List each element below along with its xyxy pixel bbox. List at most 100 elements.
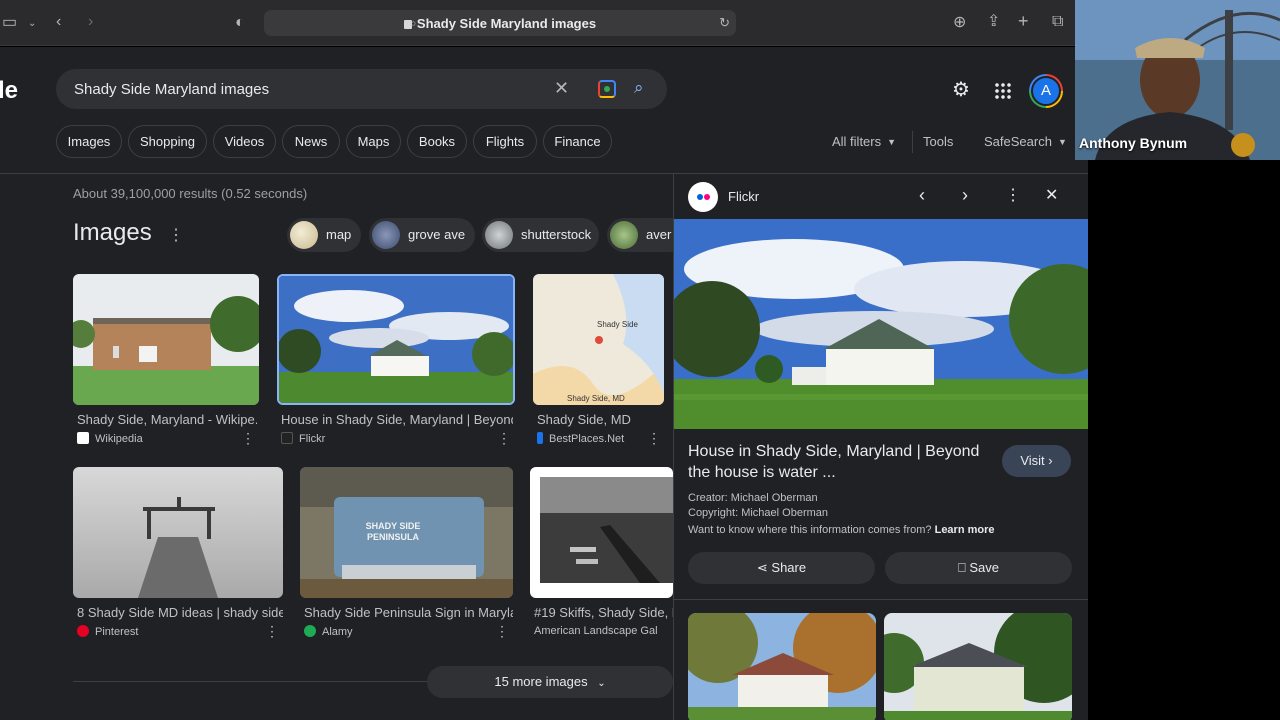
related-chip-shutterstock[interactable]: shutterstock: [482, 218, 599, 252]
clear-icon[interactable]: ✕: [554, 78, 569, 99]
result-source[interactable]: American Landscape Gal: [534, 625, 673, 637]
tab-news[interactable]: News: [282, 125, 340, 158]
info-source-text: Want to know where this information come…: [688, 524, 995, 536]
lock-icon: [403, 20, 412, 29]
result-title[interactable]: 8 Shady Side MD ideas | shady side...: [77, 605, 283, 620]
webcam-overlay: Anthony Bynum: [1075, 0, 1280, 160]
related-chip-grove-ave[interactable]: grove ave: [369, 218, 475, 252]
tools-button[interactable]: Tools: [923, 134, 953, 149]
more-vert-icon[interactable]: ⋮: [241, 430, 255, 447]
tab-shopping[interactable]: Shopping: [128, 125, 207, 158]
search-input[interactable]: Shady Side Maryland images: [74, 81, 269, 98]
result-image[interactable]: [277, 274, 515, 405]
forward-icon[interactable]: ›: [88, 14, 93, 30]
result-source[interactable]: BestPlaces.Net: [537, 432, 647, 445]
search-icon[interactable]: ⌕: [634, 78, 644, 98]
related-image[interactable]: [688, 613, 876, 720]
reload-icon[interactable]: ↻: [719, 15, 730, 31]
panel-title[interactable]: House in Shady Side, Maryland | Beyond t…: [688, 441, 988, 483]
more-vert-icon[interactable]: ⋮: [168, 225, 184, 245]
result-title[interactable]: Shady Side Peninsula Sign in Maryla...: [304, 605, 513, 620]
tab-flights[interactable]: Flights: [473, 125, 537, 158]
more-vert-icon[interactable]: ⋮: [647, 430, 661, 447]
more-vert-icon[interactable]: ⋮: [265, 623, 279, 640]
caret-down-icon: ▼: [887, 137, 897, 147]
flickr-logo-icon[interactable]: [688, 182, 718, 212]
chevron-right-icon[interactable]: ›: [962, 185, 968, 206]
more-images-button[interactable]: 15 more images ⌄: [427, 666, 673, 698]
tab-books[interactable]: Books: [407, 125, 467, 158]
more-vert-icon[interactable]: ⋮: [1005, 185, 1021, 205]
image-result[interactable]: SHADY SIDE PENINSULA Shady Side Peninsul…: [300, 467, 513, 642]
preview-image[interactable]: [674, 219, 1088, 429]
back-icon[interactable]: ‹: [56, 14, 61, 30]
related-chip-map[interactable]: map: [287, 218, 361, 252]
alamy-icon: [304, 625, 316, 637]
shutterstock-thumbnail: [485, 221, 513, 249]
result-source[interactable]: Wikipedia: [77, 432, 237, 445]
chevron-left-icon[interactable]: ‹: [919, 185, 925, 206]
pinterest-icon: [77, 625, 89, 637]
new-tab-icon[interactable]: +: [1018, 12, 1029, 30]
more-vert-icon[interactable]: ⋮: [495, 623, 509, 640]
search-box[interactable]: Shady Side Maryland images ✕ ⌕: [56, 69, 667, 109]
download-icon[interactable]: ⊕: [953, 15, 966, 31]
panel-site-name[interactable]: Flickr: [728, 189, 759, 204]
close-icon[interactable]: ✕: [1045, 185, 1058, 205]
result-title[interactable]: Shady Side, Maryland - Wikipe...: [77, 412, 257, 427]
aver-thumbnail: [610, 221, 638, 249]
result-image[interactable]: Shady Side Shady Side, MD: [533, 274, 664, 405]
share-button[interactable]: ⋖ Share: [688, 552, 875, 584]
result-image[interactable]: SHADY SIDE PENINSULA: [300, 467, 513, 598]
map-caption: Shady Side, MD: [567, 394, 625, 403]
chevron-down-icon[interactable]: ⌄: [28, 16, 36, 32]
gear-icon[interactable]: ⚙: [952, 77, 970, 102]
share-icon[interactable]: ⇪: [987, 14, 1000, 30]
sidebar-toggle-icon[interactable]: ▭: [2, 15, 17, 31]
privacy-shield-icon[interactable]: ◐: [235, 15, 245, 31]
tab-images[interactable]: Images: [56, 125, 122, 158]
result-image[interactable]: [73, 274, 259, 405]
search-results-page: le Shady Side Maryland images ✕ ⌕ ⚙ A Im…: [0, 47, 1088, 720]
result-image[interactable]: [73, 467, 283, 598]
result-source[interactable]: Pinterest: [77, 625, 237, 638]
related-image[interactable]: [884, 613, 1072, 720]
result-image[interactable]: [530, 467, 673, 598]
image-result[interactable]: House in Shady Side, Maryland | Beyond..…: [277, 274, 515, 449]
flickr-icon: [281, 432, 293, 444]
result-source[interactable]: Flickr: [281, 432, 441, 445]
section-title: Images: [73, 219, 152, 246]
tab-finance[interactable]: Finance: [543, 125, 612, 158]
save-button[interactable]: ⎕ Save: [885, 552, 1072, 584]
result-title[interactable]: Shady Side, MD: [537, 412, 665, 427]
lens-icon[interactable]: [598, 80, 616, 98]
divider: [674, 599, 1088, 600]
results-count: About 39,100,000 results (0.52 seconds): [73, 186, 308, 201]
safesearch-button[interactable]: SafeSearch ▼: [984, 134, 1067, 149]
apps-grid-icon[interactable]: [994, 82, 1012, 100]
map-label: Shady Side: [597, 320, 638, 329]
result-title[interactable]: House in Shady Side, Maryland | Beyond..…: [281, 412, 513, 427]
participant-name: Anthony Bynum: [1079, 135, 1188, 151]
image-result[interactable]: Shady Side Shady Side, MD Shady Side, MD…: [533, 274, 664, 449]
image-result[interactable]: 8 Shady Side MD ideas | shady side... Pi…: [73, 467, 283, 642]
more-vert-icon[interactable]: ⋮: [497, 430, 511, 447]
tab-maps[interactable]: Maps: [346, 125, 401, 158]
google-logo[interactable]: le: [0, 77, 18, 105]
browser-toolbar: ▭ ⌄ ‹ › ◐ ⌕ Shady Side Maryland images ↻…: [0, 0, 1075, 46]
wikipedia-icon: [77, 432, 89, 444]
image-result[interactable]: Shady Side, Maryland - Wikipe... Wikiped…: [73, 274, 259, 449]
result-source[interactable]: Alamy: [304, 625, 464, 638]
visit-button[interactable]: Visit ›: [1002, 445, 1071, 477]
avatar[interactable]: A: [1029, 74, 1063, 108]
tab-overview-icon[interactable]: ⧉: [1052, 14, 1063, 30]
tab-videos[interactable]: Videos: [213, 125, 276, 158]
all-filters-button[interactable]: All filters ▼: [832, 134, 896, 149]
image-result[interactable]: #19 Skiffs, Shady Side, Ma American Land…: [530, 467, 673, 642]
result-title[interactable]: #19 Skiffs, Shady Side, Ma: [534, 605, 673, 620]
caret-down-icon: ▼: [1057, 137, 1067, 147]
sign-text: SHADY SIDE PENINSULA: [365, 521, 421, 542]
learn-more-link[interactable]: Learn more: [935, 524, 995, 536]
chevron-down-icon: ⌄: [597, 678, 606, 689]
address-bar[interactable]: ⌕ Shady Side Maryland images ↻: [264, 10, 736, 36]
